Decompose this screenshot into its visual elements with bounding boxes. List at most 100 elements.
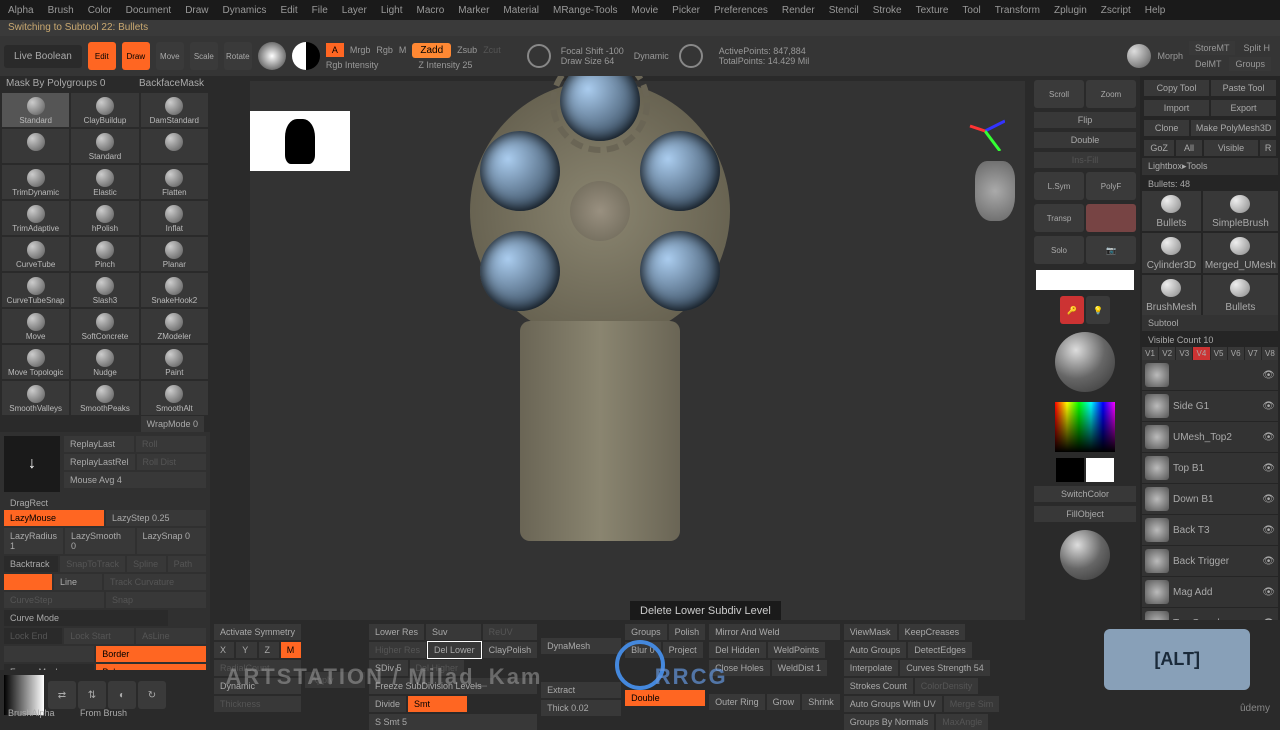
roll-button[interactable]: Roll: [136, 436, 206, 452]
live-boolean-button[interactable]: Live Boolean: [4, 45, 82, 68]
lock-start-button[interactable]: Lock Start: [64, 628, 134, 644]
tool-merged_umesh[interactable]: Merged_UMesh: [1203, 233, 1278, 273]
flip-v-icon[interactable]: ⇅: [78, 681, 106, 709]
replay-last-rel-button[interactable]: ReplayLastRel: [64, 454, 135, 470]
dynamic-toggle[interactable]: Dynamic: [634, 51, 669, 61]
rotate-icon[interactable]: ↻: [138, 681, 166, 709]
brush-curvetube[interactable]: CurveTube: [2, 237, 69, 271]
eye-icon[interactable]: 👁: [1262, 494, 1275, 505]
view-mask-button[interactable]: ViewMask: [844, 624, 897, 640]
vis-v1[interactable]: V1: [1142, 347, 1158, 360]
m-sym[interactable]: M: [281, 642, 301, 658]
menu-movie[interactable]: Movie: [631, 5, 658, 16]
border-button[interactable]: Border: [96, 646, 206, 662]
brush-damstandard[interactable]: DamStandard: [141, 93, 208, 127]
backtrack-button[interactable]: Backtrack: [4, 556, 58, 572]
wrap-mode-slider[interactable]: WrapMode 0: [141, 416, 204, 432]
tool-cylinder3d[interactable]: Cylinder3D: [1142, 233, 1201, 273]
menu-transform[interactable]: Transform: [995, 5, 1040, 16]
stroke-type-icon[interactable]: ↓: [4, 436, 60, 492]
brush-move[interactable]: Move: [2, 309, 69, 343]
menu-tool[interactable]: Tool: [962, 5, 980, 16]
subtool-item[interactable]: 👁: [1142, 360, 1278, 390]
bulb-icon[interactable]: 💡: [1086, 296, 1110, 324]
m-button[interactable]: M: [399, 45, 407, 55]
flip-h-icon[interactable]: ⇄: [48, 681, 76, 709]
menu-texture[interactable]: Texture: [916, 5, 949, 16]
zcut-button[interactable]: Zcut: [483, 45, 501, 55]
mouse-avg-slider[interactable]: Mouse Avg 4: [64, 472, 206, 488]
color-density-button[interactable]: ColorDensity: [915, 678, 979, 694]
lazy-step-slider[interactable]: LazyStep 0.25: [106, 510, 206, 526]
eye-icon[interactable]: 👁: [1262, 370, 1275, 381]
brush-elastic[interactable]: Elastic: [71, 165, 138, 199]
store-mt-button[interactable]: StoreMT: [1189, 41, 1236, 55]
lazy-smooth-slider[interactable]: LazySmooth 0: [65, 528, 134, 554]
brush-trimadaptive[interactable]: TrimAdaptive: [2, 201, 69, 235]
menu-file[interactable]: File: [312, 5, 328, 16]
ins-fill-button[interactable]: Ins-Fill: [1034, 152, 1136, 168]
switch-color-button[interactable]: SwitchColor: [1034, 486, 1136, 502]
menu-brush[interactable]: Brush: [48, 5, 74, 16]
r-button[interactable]: R: [1260, 140, 1276, 156]
plane-button[interactable]: [4, 574, 52, 590]
vis-v2[interactable]: V2: [1159, 347, 1175, 360]
interpolate-button[interactable]: Interpolate: [844, 660, 899, 676]
lazy-snap-slider[interactable]: LazySnap 0: [137, 528, 206, 554]
s-smt-slider[interactable]: S Smt 5: [369, 714, 537, 730]
focal-gyro-icon[interactable]: [527, 44, 551, 68]
zsub-button[interactable]: Zsub: [457, 45, 477, 55]
shrink-button[interactable]: Shrink: [802, 694, 840, 710]
snap-button[interactable]: Snap: [106, 592, 206, 608]
brush-smoothvalleys[interactable]: SmoothValleys: [2, 381, 69, 415]
tool-simplebrush[interactable]: SimpleBrush: [1203, 191, 1278, 231]
eye-icon[interactable]: 👁: [1262, 587, 1275, 598]
menu-dynamics[interactable]: Dynamics: [223, 5, 267, 16]
eye-icon[interactable]: 👁: [1262, 556, 1275, 567]
menu-document[interactable]: Document: [126, 5, 172, 16]
head-reference-icon[interactable]: [975, 161, 1015, 221]
subtool-mag-add[interactable]: Mag Add👁: [1142, 577, 1278, 607]
vis-v5[interactable]: V5: [1211, 347, 1227, 360]
lower-res-button[interactable]: Lower Res: [369, 624, 424, 640]
lightbox-tools-button[interactable]: Lightbox▸Tools: [1142, 158, 1278, 175]
line-button[interactable]: Line: [54, 574, 102, 590]
rotate-button[interactable]: Rotate: [224, 42, 252, 70]
brush-empty[interactable]: [2, 129, 69, 163]
mrgb-button[interactable]: Mrgb: [350, 45, 371, 55]
smt-button[interactable]: Smt: [408, 696, 467, 712]
brush-inflat[interactable]: Inflat: [141, 201, 208, 235]
solo-icon[interactable]: Solo: [1034, 236, 1084, 264]
y-sym[interactable]: Y: [236, 642, 256, 658]
menu-marker[interactable]: Marker: [458, 5, 489, 16]
lock-end-button[interactable]: Lock End: [4, 628, 62, 644]
menu-render[interactable]: Render: [782, 5, 815, 16]
brush-smoothalt[interactable]: SmoothAlt: [141, 381, 208, 415]
eye-icon[interactable]: 👁: [1262, 463, 1275, 474]
all-button[interactable]: All: [1176, 140, 1201, 156]
camera-icon[interactable]: 📷: [1086, 236, 1136, 264]
brush-slash3[interactable]: Slash3: [71, 273, 138, 307]
brush-zmodeler[interactable]: ZModeler: [141, 309, 208, 343]
vis-v4[interactable]: V4: [1193, 347, 1209, 360]
curves-strength-slider[interactable]: Curves Strength 54: [900, 660, 990, 676]
max-angle-slider[interactable]: MaxAngle: [936, 714, 988, 730]
tool-bullets[interactable]: Bullets: [1142, 191, 1201, 231]
scroll-icon[interactable]: Scroll: [1034, 80, 1084, 108]
morph-sphere-icon[interactable]: [1127, 44, 1151, 68]
subtool-umesh_top2[interactable]: UMesh_Top2👁: [1142, 422, 1278, 452]
from-brush-label[interactable]: From Brush: [80, 708, 127, 718]
auto-groups-button[interactable]: Auto Groups: [844, 642, 907, 658]
material-sphere-2[interactable]: [1060, 530, 1110, 580]
clone-button[interactable]: Clone: [1144, 120, 1189, 136]
subtool-back-t3[interactable]: Back T3👁: [1142, 515, 1278, 545]
ghost-icon[interactable]: [1086, 204, 1136, 232]
backface-mask-button[interactable]: BackfaceMask: [139, 78, 204, 89]
copy-tool-button[interactable]: Copy Tool: [1144, 80, 1209, 96]
weld-points-button[interactable]: WeldPoints: [768, 642, 825, 658]
bw-icon[interactable]: [292, 42, 320, 70]
color-swatch-black[interactable]: [1056, 458, 1084, 482]
brush-standard[interactable]: Standard: [71, 129, 138, 163]
brush-paint[interactable]: Paint: [141, 345, 208, 379]
inverse-icon[interactable]: ◐: [108, 681, 136, 709]
